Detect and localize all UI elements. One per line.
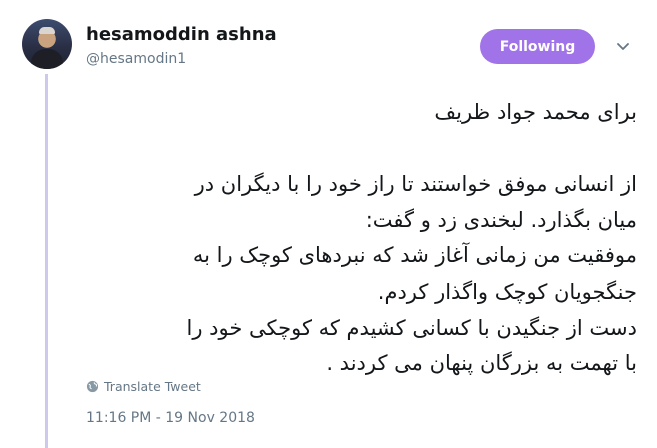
tweet-line: جنگجویان کوچک واگذار کردم. (377, 280, 637, 304)
thread-line (45, 74, 48, 448)
translate-tweet-label: Translate Tweet (104, 378, 201, 394)
tweet-line: با تهمت به بزرگان پنهان می کردند . (326, 351, 637, 375)
tweet-text: برای محمد جواد ظریف از انسانی موفق خواست… (77, 93, 637, 381)
tweet-line: دست از جنگیدن با کسانی کشیدم که کوچکی خو… (186, 316, 637, 340)
avatar-hair (39, 27, 55, 34)
tweet-line: میان بگذارد. لبخندی زد و گفت: (365, 208, 637, 232)
user-handle[interactable]: @hesamodin1 (86, 51, 186, 67)
translate-tweet-link[interactable]: Translate Tweet (86, 377, 201, 395)
tweet-timestamp[interactable]: 11:16 PM - 19 Nov 2018 (86, 410, 255, 426)
avatar[interactable] (22, 19, 72, 69)
display-name[interactable]: hesamoddin ashna (86, 24, 277, 45)
following-button[interactable]: Following (480, 29, 595, 64)
tweet-line: از انسانی موفق خواستند تا راز خود را با … (194, 172, 637, 196)
chevron-down-icon[interactable] (617, 42, 629, 52)
avatar-body (31, 49, 63, 69)
tweet-line: موفقیت من زمانی آغاز شد که نبردهای کوچک … (192, 243, 637, 267)
globe-icon (86, 380, 99, 392)
tweet-line: برای محمد جواد ظریف (434, 100, 637, 124)
